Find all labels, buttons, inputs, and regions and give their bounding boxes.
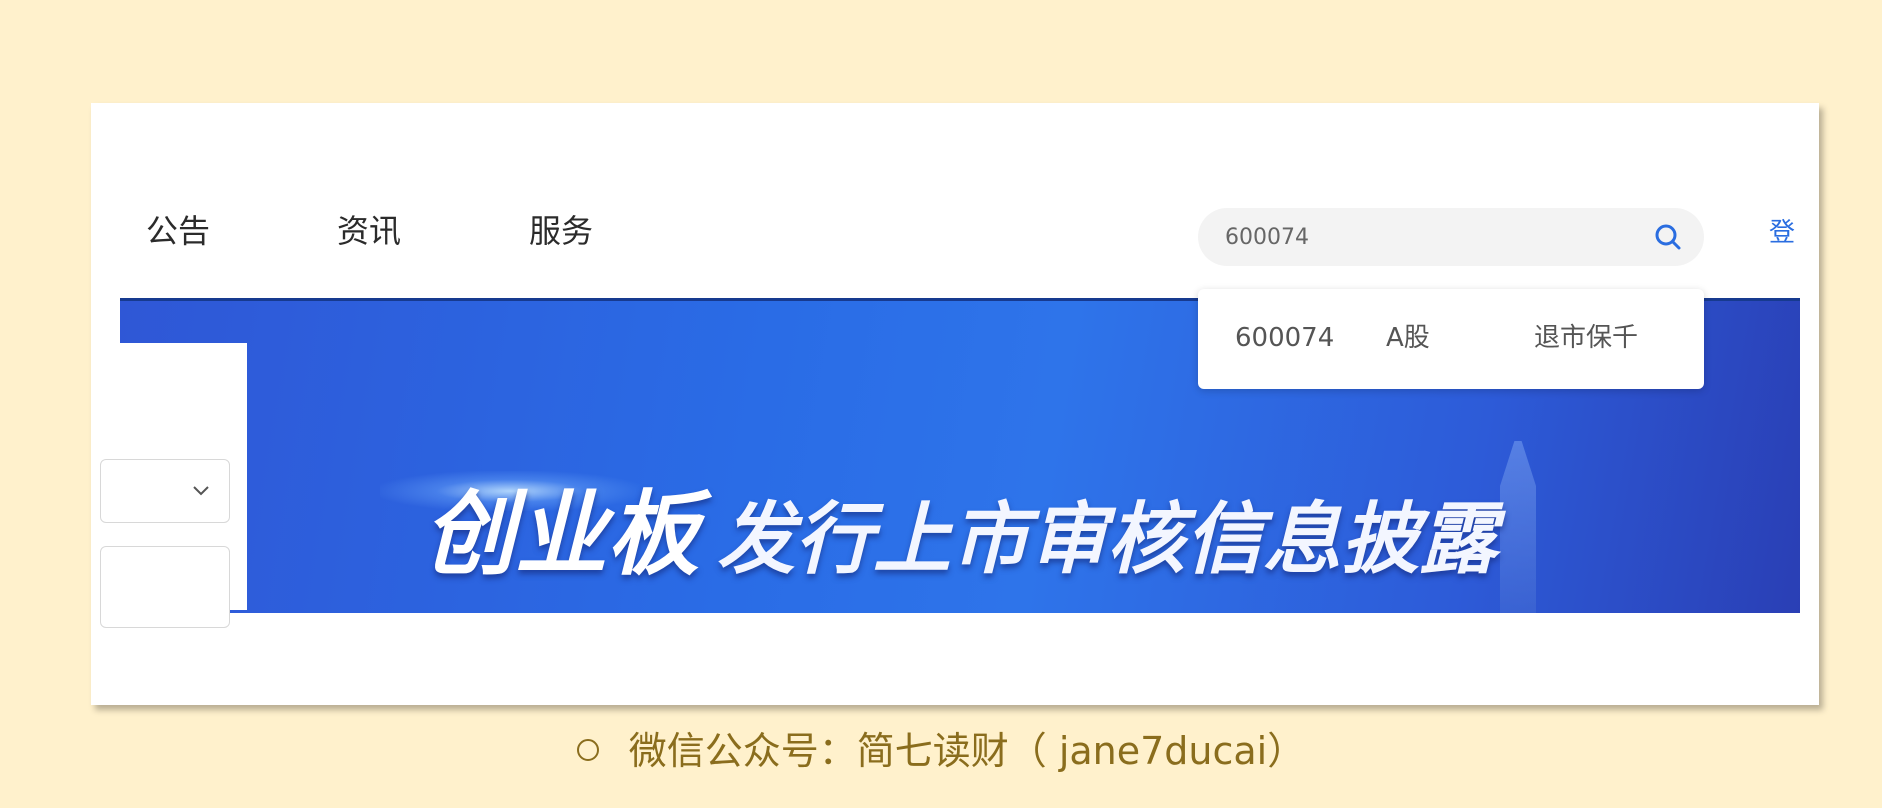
- login-link[interactable]: 登: [1769, 220, 1795, 246]
- chevron-down-icon: [193, 486, 209, 496]
- search-box: [1198, 208, 1704, 266]
- filter-input[interactable]: [100, 546, 230, 628]
- search-input[interactable]: [1225, 222, 1625, 252]
- suggestion-market: A股: [1386, 323, 1430, 353]
- screenshot-card: 公告 资讯 服务 登 创业板发行上市审核信息披露 600074 A股: [91, 103, 1819, 705]
- suggestion-code: 600074: [1235, 323, 1335, 353]
- caption-text: 微信公众号：简七读财（ jane7ducai）: [628, 729, 1306, 773]
- nav-item-announcements[interactable]: 公告: [146, 215, 210, 247]
- left-filter-panel: [100, 343, 247, 628]
- nav-item-services[interactable]: 服务: [529, 215, 593, 247]
- bullet-circle-icon: [576, 738, 599, 761]
- search-suggestions-dropdown: 600074 A股 退市保千: [1198, 289, 1704, 389]
- nav-item-news[interactable]: 资讯: [337, 215, 401, 247]
- search-icon[interactable]: [1654, 223, 1682, 251]
- suggestion-name: 退市保千: [1534, 323, 1639, 353]
- filter-select[interactable]: [100, 459, 230, 523]
- caption: 微信公众号：简七读财（ jane7ducai）: [0, 732, 1882, 770]
- banner-title: 创业板 发行上市审核信息披露: [120, 489, 1800, 581]
- banner-title-main: 创业板: [422, 481, 699, 588]
- banner-title-sub: 发行上市审核信息披露: [717, 495, 1498, 585]
